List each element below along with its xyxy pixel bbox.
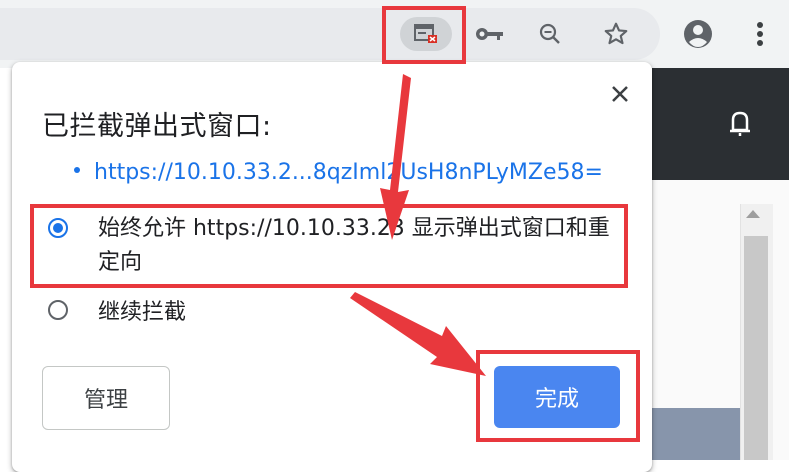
blocked-popup-link-row[interactable]: https://10.10.33.2...8qzIml2UsH8nPLyMZe5… — [74, 160, 603, 185]
page-header — [652, 68, 789, 180]
menu-icon[interactable] — [742, 16, 778, 52]
close-icon — [612, 86, 628, 102]
key-icon[interactable] — [472, 16, 508, 52]
close-button[interactable] — [604, 78, 636, 110]
scrollbar-thumb[interactable] — [744, 236, 768, 460]
bubble-title: 已拦截弹出式窗口: — [42, 111, 272, 142]
manage-button[interactable]: 管理 — [42, 366, 170, 430]
account-icon[interactable] — [680, 16, 716, 52]
radio-continue-blocking[interactable] — [48, 300, 68, 320]
highlight-box-option — [30, 204, 628, 288]
bell-icon[interactable] — [724, 106, 756, 142]
bullet-icon — [74, 167, 80, 173]
option-continue-blocking-label[interactable]: 继续拦截 — [98, 296, 186, 330]
scroll-up-arrow-icon[interactable] — [746, 210, 760, 218]
highlight-box-icon — [382, 6, 466, 64]
page-block — [652, 408, 740, 460]
zoom-out-icon[interactable] — [532, 16, 568, 52]
star-icon[interactable] — [598, 16, 634, 52]
highlight-box-done — [476, 350, 640, 442]
blocked-popup-link[interactable]: https://10.10.33.2...8qzIml2UsH8nPLyMZe5… — [94, 160, 603, 185]
